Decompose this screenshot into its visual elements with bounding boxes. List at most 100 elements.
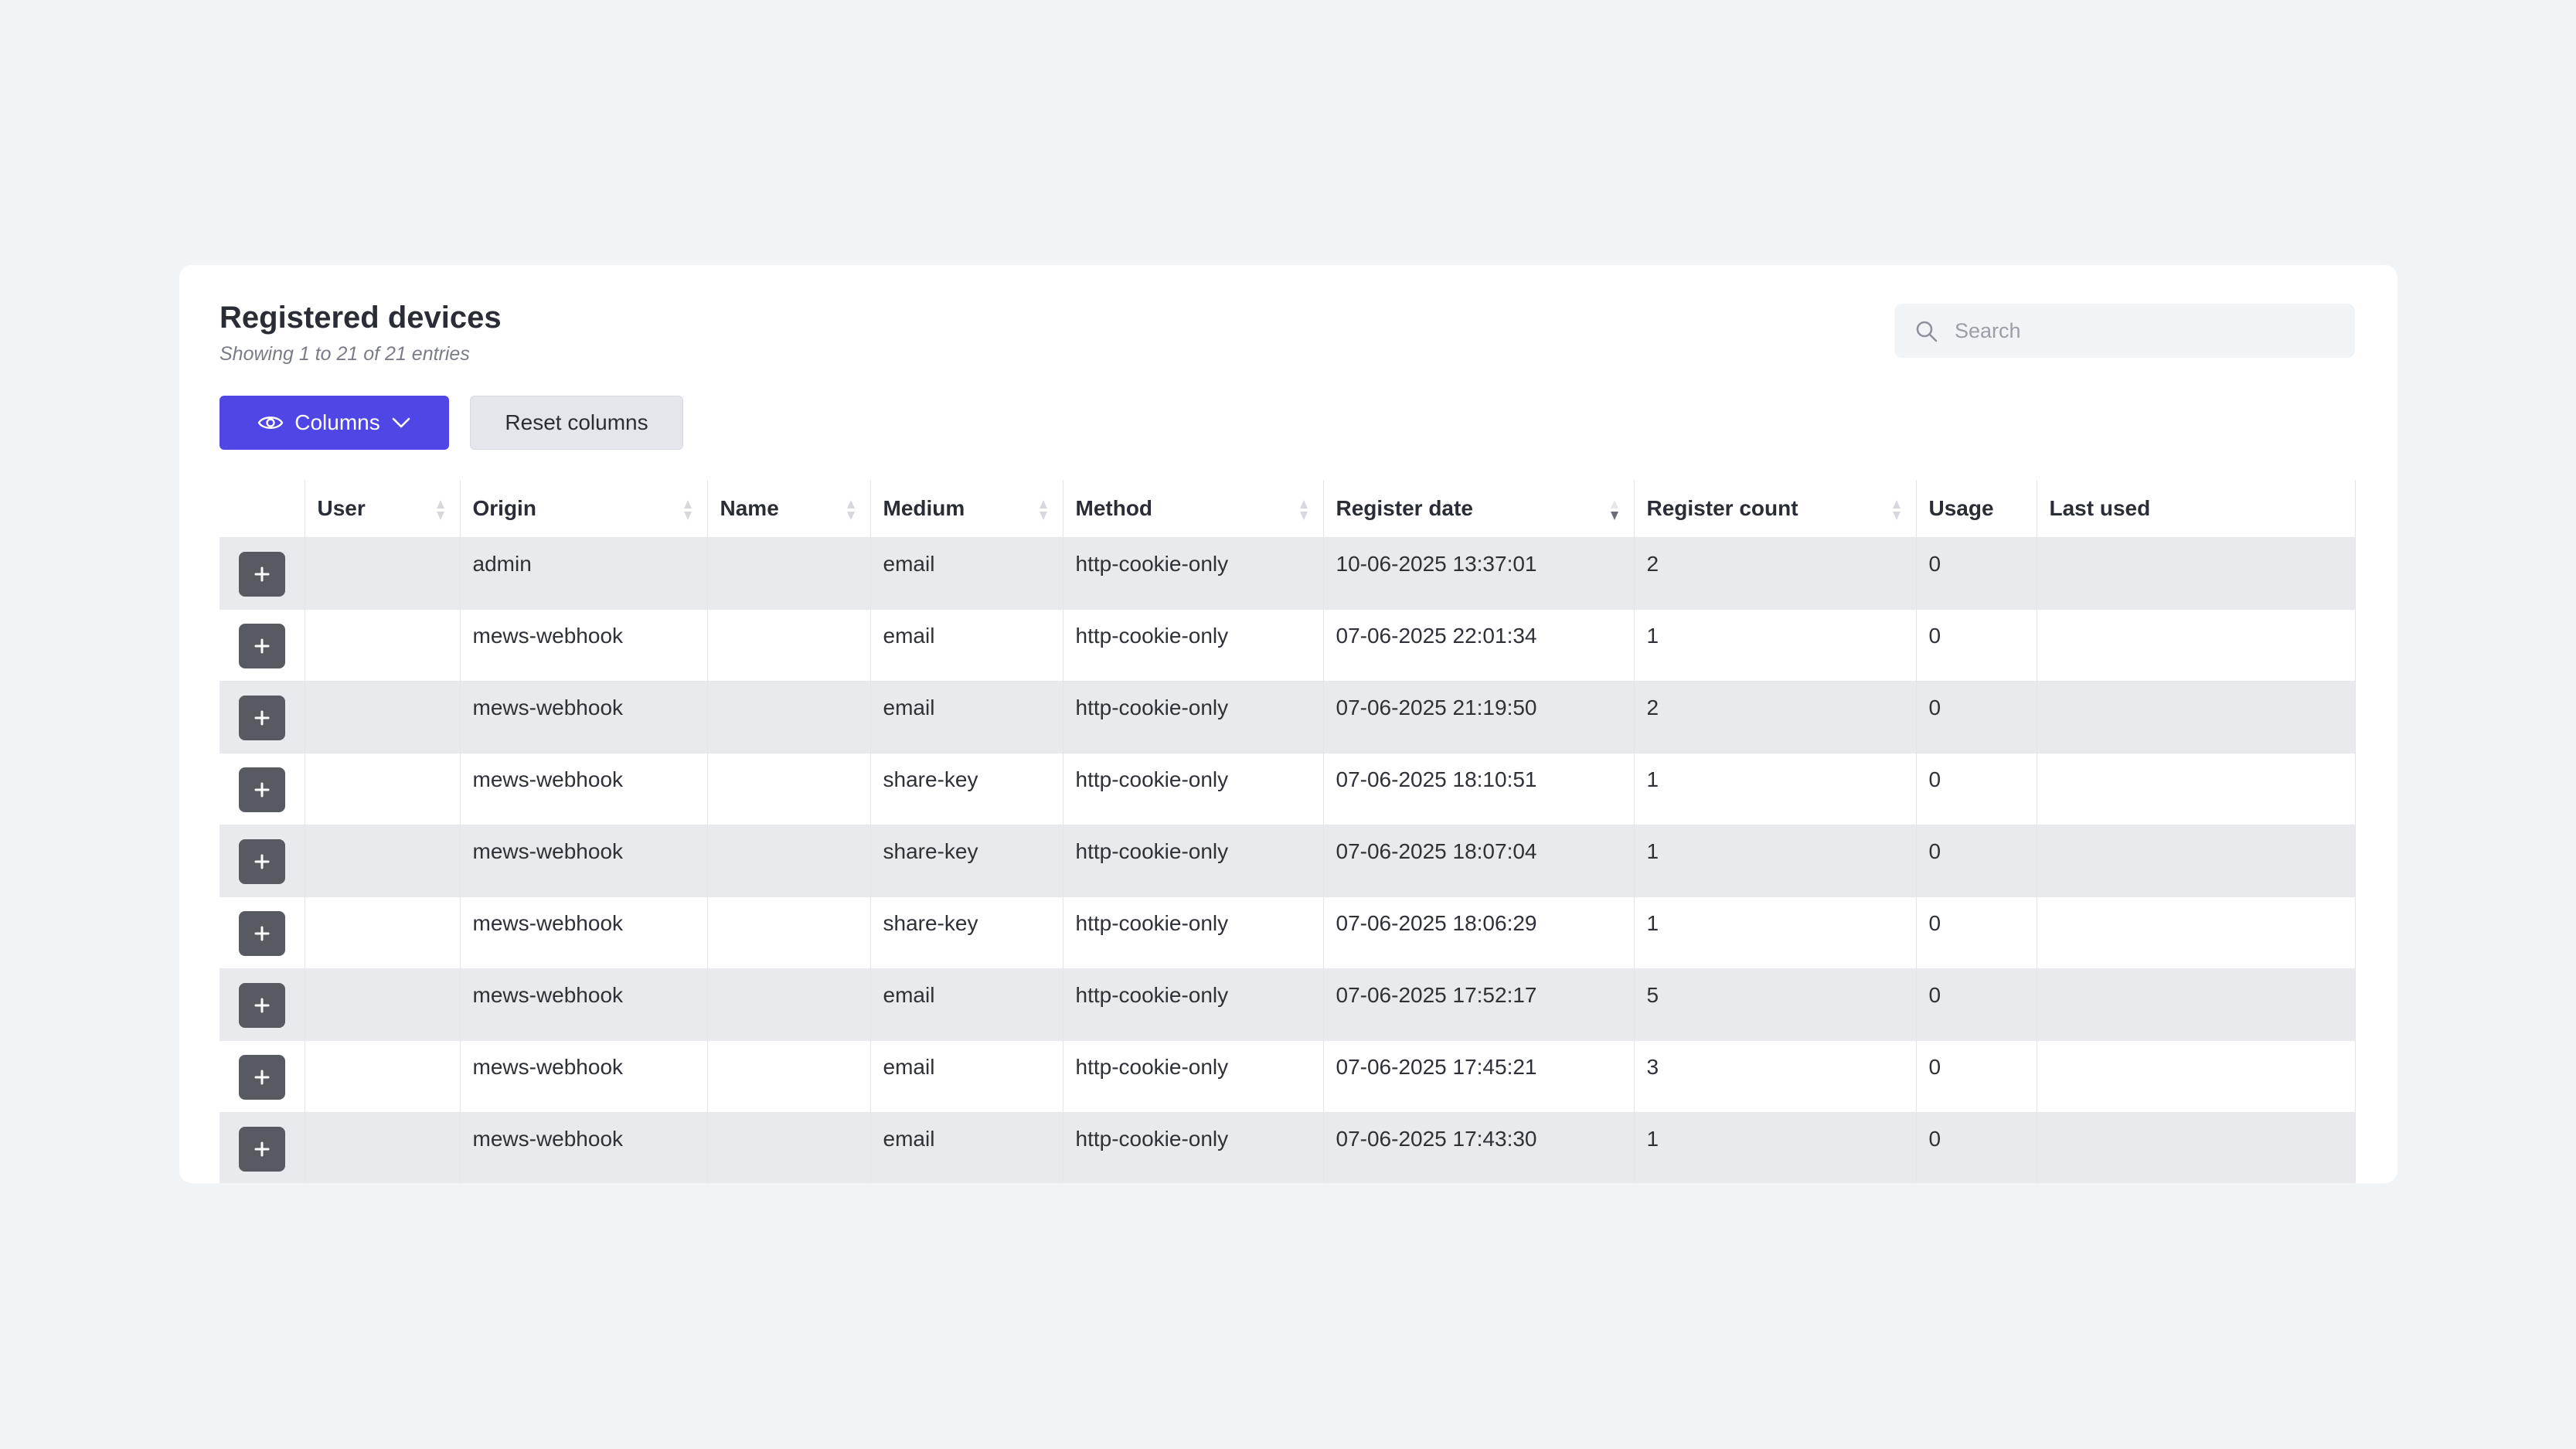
column-header-medium[interactable]: Medium — [870, 480, 1063, 537]
cell-medium: email — [870, 1111, 1063, 1183]
cell-register-date: 07-06-2025 17:43:30 — [1323, 1111, 1635, 1183]
cell-register-date: 07-06-2025 18:07:04 — [1323, 824, 1635, 896]
cell-last-used — [2037, 608, 2356, 681]
cell-register-date: 07-06-2025 18:10:51 — [1323, 752, 1635, 825]
row-control-cell — [219, 968, 305, 1040]
table-row: mews-webhook email http-cookie-only 07-06-2… — [219, 968, 2356, 1040]
row-control-cell — [219, 608, 305, 681]
column-header-name[interactable]: Name — [707, 480, 871, 537]
columns-button-label: Columns — [294, 410, 380, 434]
expand-row-button[interactable] — [238, 695, 285, 740]
column-header-usage[interactable]: Usage — [1916, 480, 2037, 537]
column-header-method[interactable]: Method — [1063, 480, 1324, 537]
cell-medium: email — [870, 536, 1063, 609]
cell-origin: mews-webhook — [460, 1039, 708, 1112]
devices-table-container: User Origin Name Medium Method Register … — [219, 480, 2356, 1183]
sort-icon — [683, 500, 692, 520]
row-control-cell — [219, 1039, 305, 1112]
cell-method: http-cookie-only — [1063, 968, 1324, 1040]
column-header-label: Register date — [1336, 495, 1473, 520]
cell-register-count: 1 — [1634, 824, 1917, 896]
cell-usage: 0 — [1916, 896, 2037, 968]
expand-row-button[interactable] — [238, 623, 285, 668]
cell-last-used — [2037, 680, 2356, 753]
cell-register-count: 1 — [1634, 752, 1917, 825]
column-header-last-used[interactable]: Last used — [2037, 480, 2356, 537]
expand-row-button[interactable] — [238, 910, 285, 956]
cell-medium: email — [870, 608, 1063, 681]
row-control-cell — [219, 536, 305, 609]
expand-row-button[interactable] — [238, 1126, 285, 1172]
plus-icon — [254, 1141, 270, 1157]
cell-origin: mews-webhook — [460, 896, 708, 968]
columns-button[interactable]: Columns — [219, 396, 449, 450]
search-input[interactable] — [1955, 304, 2341, 358]
cell-register-count: 2 — [1634, 680, 1917, 753]
plus-icon — [254, 926, 270, 940]
cell-name — [707, 1039, 871, 1112]
reset-columns-button[interactable]: Reset columns — [470, 396, 683, 450]
column-header-label: User — [317, 495, 366, 520]
cell-last-used — [2037, 896, 2356, 968]
cell-origin: mews-webhook — [460, 608, 708, 681]
plus-icon — [254, 998, 270, 1012]
cell-name — [707, 608, 871, 681]
column-header-origin[interactable]: Origin — [460, 480, 708, 537]
cell-method: http-cookie-only — [1063, 752, 1324, 825]
reset-columns-label: Reset columns — [505, 410, 648, 434]
cell-method: http-cookie-only — [1063, 680, 1324, 753]
cell-register-date: 10-06-2025 13:37:01 — [1323, 536, 1635, 609]
expand-row-button[interactable] — [238, 551, 285, 597]
column-header-register-count[interactable]: Register count — [1634, 480, 1917, 537]
column-header-user[interactable]: User — [305, 480, 461, 537]
cell-method: http-cookie-only — [1063, 1111, 1324, 1183]
cell-origin: mews-webhook — [460, 752, 708, 825]
table-body: admin email http-cookie-only 10-06-2025 13:… — [219, 536, 2356, 1183]
row-control-cell — [219, 1111, 305, 1183]
cell-name — [707, 824, 871, 896]
cell-user — [305, 1039, 461, 1112]
entries-summary: Showing 1 to 21 of 21 entries — [219, 343, 470, 365]
cell-user — [305, 680, 461, 753]
expand-row-button[interactable] — [238, 1054, 285, 1100]
cell-register-date: 07-06-2025 17:52:17 — [1323, 968, 1635, 1040]
column-header-label: Origin — [472, 495, 536, 520]
table-row: mews-webhook share-key http-cookie-only 07-… — [219, 752, 2356, 825]
cell-method: http-cookie-only — [1063, 608, 1324, 681]
expand-row-button[interactable] — [238, 838, 285, 884]
table-row: admin email http-cookie-only 10-06-2025 13:… — [219, 536, 2356, 609]
cell-usage: 0 — [1916, 1111, 2037, 1183]
column-header-register-date[interactable]: Register date — [1323, 480, 1635, 537]
sort-icon — [1299, 500, 1308, 520]
cell-method: http-cookie-only — [1063, 1039, 1324, 1112]
cell-register-date: 07-06-2025 17:45:21 — [1323, 1039, 1635, 1112]
row-control-cell — [219, 752, 305, 825]
cell-register-count: 2 — [1634, 536, 1917, 609]
cell-user — [305, 536, 461, 609]
sort-icon — [436, 500, 444, 520]
table-row: mews-webhook email http-cookie-only 07-06-2… — [219, 680, 2356, 753]
cell-register-count: 3 — [1634, 1039, 1917, 1112]
table-row: mews-webhook email http-cookie-only 07-06-2… — [219, 608, 2356, 681]
row-control-cell — [219, 824, 305, 896]
cell-user — [305, 1111, 461, 1183]
cell-register-date: 07-06-2025 22:01:34 — [1323, 608, 1635, 681]
cell-medium: share-key — [870, 752, 1063, 825]
plus-icon — [254, 854, 270, 869]
search-box — [1894, 304, 2355, 358]
cell-last-used — [2037, 968, 2356, 1040]
cell-name — [707, 680, 871, 753]
expand-row-button[interactable] — [238, 982, 285, 1028]
cell-usage: 0 — [1916, 680, 2037, 753]
sort-icon — [1892, 500, 1901, 520]
chevron-down-icon — [392, 417, 410, 428]
sort-desc-icon — [1610, 500, 1618, 520]
cell-user — [305, 824, 461, 896]
page-title: Registered devices — [219, 301, 502, 335]
cell-register-date: 07-06-2025 18:06:29 — [1323, 896, 1635, 968]
cell-usage: 0 — [1916, 1039, 2037, 1112]
row-control-cell — [219, 896, 305, 968]
cell-name — [707, 896, 871, 968]
expand-row-button[interactable] — [238, 767, 285, 812]
cell-user — [305, 608, 461, 681]
